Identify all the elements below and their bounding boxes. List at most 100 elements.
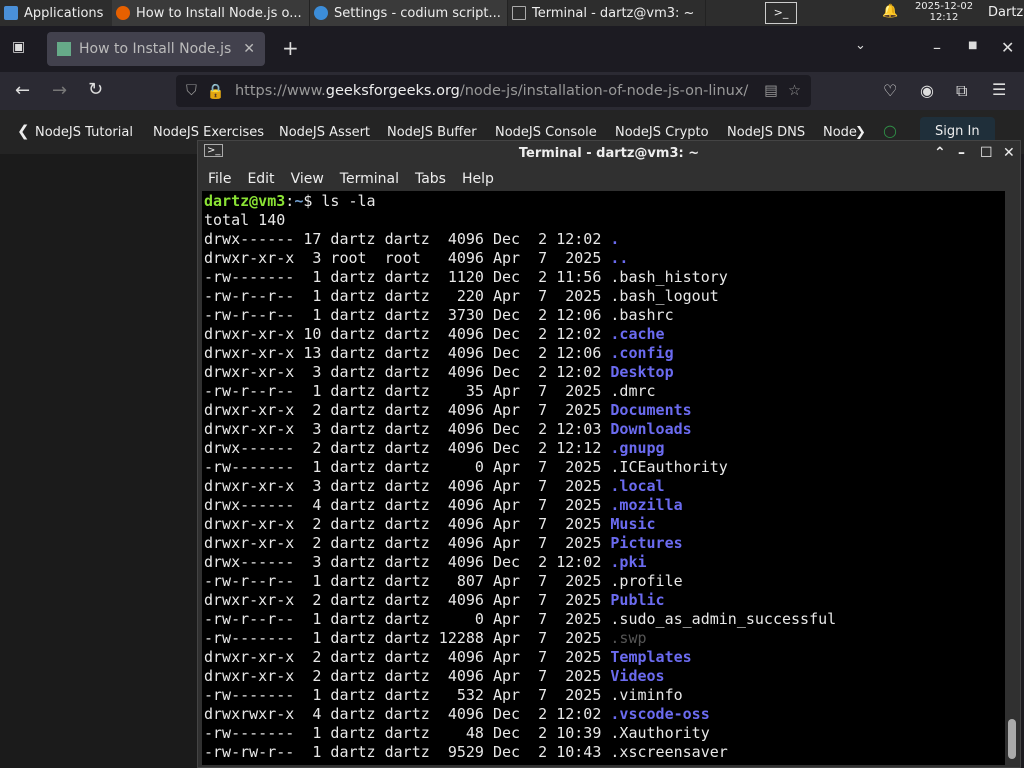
account-icon[interactable]: ◉: [920, 81, 934, 100]
minimize-button[interactable]: –: [933, 38, 941, 57]
minimize-button[interactable]: –: [958, 145, 965, 161]
close-button[interactable]: ✕: [1003, 145, 1015, 161]
lock-icon[interactable]: 🔒: [207, 83, 225, 100]
reload-icon[interactable]: ↻: [88, 79, 103, 100]
menu-tabs[interactable]: Tabs: [415, 171, 446, 187]
browser-tab[interactable]: How to Install Node.js or ✕: [47, 32, 265, 66]
file-name: .xscreensaver: [610, 743, 728, 761]
listing-row: drwxr-xr-x 3 root root 4096 Apr 7 2025 .…: [204, 249, 1003, 268]
listing-row: -rw------- 1 dartz dartz 48 Dec 2 10:39 …: [204, 724, 1003, 743]
listing-row: -rw------- 1 dartz dartz 12288 Apr 7 202…: [204, 629, 1003, 648]
scrollbar-thumb[interactable]: [1008, 719, 1016, 759]
nav-item[interactable]: NodeJS DNS: [727, 125, 805, 140]
nav-item[interactable]: NodeJS Console: [495, 125, 597, 140]
listing-row: drwxr-xr-x 2 dartz dartz 4096 Apr 7 2025…: [204, 591, 1003, 610]
file-name: .swp: [610, 629, 647, 647]
terminal-icon: >_: [204, 144, 224, 157]
reader-view-icon[interactable]: ▤: [764, 83, 778, 99]
maximize-button[interactable]: ■: [968, 40, 977, 51]
menu-file[interactable]: File: [208, 171, 231, 187]
nav-prev-icon[interactable]: ❮: [17, 122, 30, 140]
taskbar-window-terminal[interactable]: Terminal - dartz@vm3: ~: [508, 0, 706, 26]
pocket-icon[interactable]: ♡: [883, 81, 897, 100]
new-tab-button[interactable]: +: [282, 36, 299, 60]
listing-row: -rw-rw-r-- 1 dartz dartz 9529 Dec 2 10:4…: [204, 743, 1003, 762]
taskbar-window-codium[interactable]: Settings - codium script...: [310, 0, 508, 26]
close-button[interactable]: ✕: [1001, 38, 1014, 57]
nav-item[interactable]: NodeJS Buffer: [387, 125, 477, 140]
file-meta: drwxr-xr-x 2 dartz dartz 4096 Apr 7 2025: [204, 401, 611, 419]
nav-next-icon[interactable]: ❯: [855, 125, 866, 140]
file-name: .cache: [610, 325, 665, 343]
prompt-line: dartz@vm3:~$ ls -la: [204, 192, 376, 210]
listing-row: drwxr-xr-x 3 dartz dartz 4096 Apr 7 2025…: [204, 477, 1003, 496]
listing-row: drwxr-xr-x 3 dartz dartz 4096 Dec 2 12:0…: [204, 420, 1003, 439]
file-meta: drwxr-xr-x 2 dartz dartz 4096 Apr 7 2025: [204, 515, 611, 533]
listing-row: drwx------ 2 dartz dartz 4096 Dec 2 12:1…: [204, 439, 1003, 458]
nav-item[interactable]: NodeJS Assert: [279, 125, 370, 140]
back-icon[interactable]: ←: [15, 80, 30, 101]
scrollbar[interactable]: [1006, 191, 1016, 765]
file-meta: drwx------ 2 dartz dartz 4096 Dec 2 12:1…: [204, 439, 611, 457]
file-name: .dmrc: [610, 382, 656, 400]
terminal-titlebar[interactable]: >_ Terminal - dartz@vm3: ~ ⌃ – ☐ ✕: [198, 141, 1020, 166]
file-name: .config: [610, 344, 674, 362]
file-name: .profile: [610, 572, 683, 590]
file-meta: drwxr-xr-x 3 dartz dartz 4096 Dec 2 12:0…: [204, 363, 611, 381]
file-meta: drwxrwxr-x 4 dartz dartz 4096 Dec 2 12:0…: [204, 705, 611, 723]
shade-button[interactable]: ⌃: [934, 145, 946, 161]
file-meta: drwxr-xr-x 3 dartz dartz 4096 Dec 2 12:0…: [204, 420, 611, 438]
file-meta: -rw------- 1 dartz dartz 1120 Dec 2 11:5…: [204, 268, 611, 286]
file-meta: drwxr-xr-x 10 dartz dartz 4096 Dec 2 12:…: [204, 325, 611, 343]
notification-bell-icon[interactable]: 🔔: [882, 4, 898, 19]
forward-icon[interactable]: →: [52, 80, 67, 101]
file-name: Templates: [610, 648, 692, 666]
nav-item[interactable]: NodeJS Tutorial: [35, 125, 133, 140]
listing-row: -rw------- 1 dartz dartz 0 Apr 7 2025 .I…: [204, 458, 1003, 477]
listing-row: drwxr-xr-x 2 dartz dartz 4096 Apr 7 2025…: [204, 534, 1003, 553]
listing-row: drwxr-xr-x 10 dartz dartz 4096 Dec 2 12:…: [204, 325, 1003, 344]
file-meta: drwx------ 3 dartz dartz 4096 Dec 2 12:0…: [204, 553, 611, 571]
address-bar[interactable]: ⛉ 🔒 https://www.geeksforgeeks.org/node-js…: [176, 75, 811, 107]
file-name: Public: [610, 591, 665, 609]
bookmark-star-icon[interactable]: ☆: [788, 83, 801, 99]
maximize-button[interactable]: ☐: [980, 145, 993, 161]
listing-row: drwxr-xr-x 3 dartz dartz 4096 Dec 2 12:0…: [204, 363, 1003, 382]
menu-help[interactable]: Help: [462, 171, 494, 187]
file-meta: -rw-rw-r-- 1 dartz dartz 9529 Dec 2 10:4…: [204, 743, 611, 761]
browser-toolbar: ← → ↻ ⛉ 🔒 https://www.geeksforgeeks.org/n…: [0, 72, 1024, 110]
file-meta: drwxr-xr-x 2 dartz dartz 4096 Apr 7 2025: [204, 534, 611, 552]
menu-view[interactable]: View: [291, 171, 324, 187]
tracking-shield-icon[interactable]: ⛉: [186, 83, 197, 99]
menu-icon[interactable]: ☰: [992, 80, 1006, 99]
terminal-launcher-icon[interactable]: >_: [765, 2, 797, 24]
user-menu[interactable]: Dartz: [988, 5, 1023, 20]
file-name: .pki: [610, 553, 647, 571]
extensions-icon[interactable]: ⧉: [956, 81, 967, 101]
menu-terminal[interactable]: Terminal: [340, 171, 399, 187]
file-meta: drwx------ 4 dartz dartz 4096 Apr 7 2025: [204, 496, 611, 514]
terminal-output[interactable]: dartz@vm3:~$ ls -la total 140 drwx------ 1…: [202, 191, 1005, 765]
file-name: Desktop: [610, 363, 674, 381]
tab-overview-icon[interactable]: ▣: [12, 39, 25, 55]
file-meta: -rw------- 1 dartz dartz 48 Dec 2 10:39: [204, 724, 611, 742]
applications-menu[interactable]: Applications: [0, 0, 112, 26]
close-tab-icon[interactable]: ✕: [243, 41, 255, 57]
nav-item[interactable]: Node: [823, 125, 857, 140]
file-meta: -rw-r--r-- 1 dartz dartz 35 Apr 7 2025: [204, 382, 611, 400]
listing-row: -rw------- 1 dartz dartz 532 Apr 7 2025 …: [204, 686, 1003, 705]
nav-item[interactable]: NodeJS Exercises: [153, 125, 264, 140]
tab-list-chevron-icon[interactable]: ⌄: [855, 38, 866, 53]
file-name: .bash_history: [610, 268, 728, 286]
file-name: Videos: [610, 667, 665, 685]
nav-item[interactable]: NodeJS Crypto: [615, 125, 709, 140]
search-icon[interactable]: ○: [883, 121, 897, 140]
file-meta: -rw-r--r-- 1 dartz dartz 3730 Dec 2 12:0…: [204, 306, 611, 324]
file-meta: drwxr-xr-x 2 dartz dartz 4096 Apr 7 2025: [204, 667, 611, 685]
taskbar-window-firefox[interactable]: How to Install Node.js o...: [112, 0, 310, 26]
listing-row: -rw------- 1 dartz dartz 1120 Dec 2 11:5…: [204, 268, 1003, 287]
clock[interactable]: 2025-12-02 12:12: [912, 1, 976, 23]
menu-edit[interactable]: Edit: [247, 171, 274, 187]
file-name: .Xauthority: [610, 724, 710, 742]
listing-row: drwx------ 4 dartz dartz 4096 Apr 7 2025…: [204, 496, 1003, 515]
